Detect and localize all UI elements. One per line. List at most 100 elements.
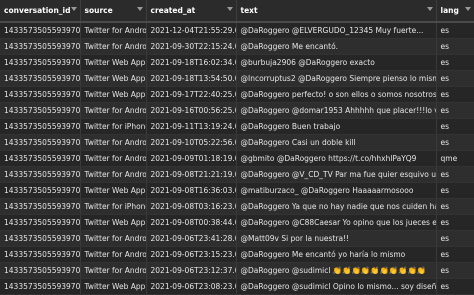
cell-source[interactable]: Twitter Web App	[80, 182, 147, 199]
cell-source[interactable]: Twitter for Android	[80, 102, 147, 119]
cell-conversation-id[interactable]: 1433573505593970703	[0, 278, 81, 295]
cell-conversation-id[interactable]: 1433573505593970703	[0, 166, 81, 183]
cell-source[interactable]: Twitter for Android	[80, 38, 147, 55]
table-row[interactable]: 1433573505593970703Twitter for Android20…	[0, 246, 474, 263]
table-row[interactable]: 1433573505593970703Twitter Web App2021-0…	[0, 214, 474, 231]
cell-conversation-id[interactable]: 1433573505593970703	[0, 182, 81, 199]
cell-created-at[interactable]: 2021-09-08T03:16:23.000Z	[146, 198, 237, 215]
cell-lang[interactable]: es	[436, 102, 474, 119]
cell-source[interactable]: Twitter for Android	[80, 262, 147, 279]
cell-created-at[interactable]: 2021-09-09T01:18:19.000Z	[146, 150, 237, 167]
cell-conversation-id[interactable]: 1433573505593970703	[0, 150, 81, 167]
table-row[interactable]: 1433573505593970703Twitter for Android20…	[0, 102, 474, 119]
cell-text[interactable]: @DaRoggero Buen trabajo	[236, 118, 437, 135]
cell-created-at[interactable]: 2021-09-06T23:15:23.000Z	[146, 246, 237, 263]
cell-conversation-id[interactable]: 1433573505593970703	[0, 134, 81, 151]
table-row[interactable]: 1433573505593970703Twitter for Android20…	[0, 22, 474, 39]
cell-lang[interactable]: es	[436, 246, 474, 263]
col-header-created-at[interactable]: created_at	[146, 0, 237, 23]
table-row[interactable]: 1433573505593970703Twitter Web App2021-0…	[0, 54, 474, 71]
sort-icon[interactable]	[70, 7, 77, 11]
table-row[interactable]: 1433573505593970703Twitter for iPhone202…	[0, 118, 474, 135]
table-row[interactable]: 1433573505593970703Twitter Web App2021-0…	[0, 70, 474, 87]
cell-text[interactable]: @DaRoggero @C88Caesar Yo opino que los j…	[236, 214, 437, 231]
cell-text[interactable]: @DaRoggero @V_CD_TV Par ma fue quier esq…	[236, 166, 437, 183]
cell-conversation-id[interactable]: 1433573505593970703	[0, 118, 81, 135]
cell-text[interactable]: @DaRoggero Ya que no hay nadie que nos c…	[236, 198, 437, 215]
cell-lang[interactable]: es	[436, 54, 474, 71]
cell-source[interactable]: Twitter Web App	[80, 86, 147, 103]
cell-lang[interactable]: es	[436, 214, 474, 231]
cell-source[interactable]: Twitter for Android	[80, 246, 147, 263]
cell-created-at[interactable]: 2021-09-06T23:41:28.000Z	[146, 230, 237, 247]
cell-conversation-id[interactable]: 1433573505593970703	[0, 70, 81, 87]
cell-conversation-id[interactable]: 1433573505593970703	[0, 214, 81, 231]
cell-text[interactable]: @matiburzaco_ @DaRoggero Haaaaarmosooo	[236, 182, 437, 199]
cell-created-at[interactable]: 2021-09-18T16:02:34.000Z	[146, 54, 237, 71]
cell-conversation-id[interactable]: 1433573505593970703	[0, 246, 81, 263]
table-row[interactable]: 1433573505593970703Twitter for Android20…	[0, 150, 474, 167]
cell-source[interactable]: Twitter Web App	[80, 214, 147, 231]
cell-source[interactable]: Twitter Web App	[80, 70, 147, 87]
cell-created-at[interactable]: 2021-09-06T23:12:37.000Z	[146, 262, 237, 279]
cell-created-at[interactable]: 2021-09-11T13:19:24.000Z	[146, 118, 237, 135]
cell-text[interactable]: @DaRoggero @sudimicl 👏👏👏👏👏👏👏👏👏👏	[236, 262, 437, 279]
sort-icon[interactable]	[426, 7, 433, 11]
col-header-source[interactable]: source	[80, 0, 147, 23]
cell-conversation-id[interactable]: 1433573505593970703	[0, 86, 81, 103]
cell-conversation-id[interactable]: 1433573505593970703	[0, 198, 81, 215]
cell-lang[interactable]: es	[436, 262, 474, 279]
cell-conversation-id[interactable]: 1433573505593970703	[0, 230, 81, 247]
cell-lang[interactable]: es	[436, 86, 474, 103]
cell-source[interactable]: Twitter Web App	[80, 278, 147, 295]
table-row[interactable]: 1433573505593970703Twitter for Android20…	[0, 262, 474, 279]
cell-lang[interactable]: qme	[436, 150, 474, 167]
table-row[interactable]: 1433573505593970703Twitter for Android20…	[0, 134, 474, 151]
col-header-text[interactable]: text	[236, 0, 437, 23]
cell-source[interactable]: Twitter for Android	[80, 230, 147, 247]
cell-lang[interactable]: es	[436, 278, 474, 295]
cell-text[interactable]: @Matt09v Si por la nuestra!!	[236, 230, 437, 247]
cell-lang[interactable]: es	[436, 182, 474, 199]
table-row[interactable]: 1433573505593970703Twitter Web App2021-0…	[0, 278, 474, 295]
cell-created-at[interactable]: 2021-09-16T00:56:25.000Z	[146, 102, 237, 119]
col-header-conversation-id[interactable]: conversation_id	[0, 0, 81, 23]
cell-created-at[interactable]: 2021-09-08T21:21:19.000Z	[146, 166, 237, 183]
cell-created-at[interactable]: 2021-09-08T00:38:44.000Z	[146, 214, 237, 231]
cell-conversation-id[interactable]: 1433573505593970703	[0, 262, 81, 279]
cell-lang[interactable]: es	[436, 118, 474, 135]
cell-lang[interactable]: es	[436, 166, 474, 183]
cell-source[interactable]: Twitter for Android	[80, 150, 147, 167]
cell-conversation-id[interactable]: 1433573505593970703	[0, 54, 81, 71]
table-row[interactable]: 1433573505593970703Twitter Web App2021-0…	[0, 182, 474, 199]
cell-lang[interactable]: es	[436, 22, 474, 39]
table-row[interactable]: 1433573505593970703Twitter for Android20…	[0, 166, 474, 183]
sort-icon[interactable]	[226, 7, 233, 11]
cell-lang[interactable]: es	[436, 38, 474, 55]
cell-lang[interactable]: es	[436, 134, 474, 151]
sort-icon[interactable]	[136, 7, 143, 11]
cell-text[interactable]: @DaRoggero Me encantó yo haría lo mismo	[236, 246, 437, 263]
cell-created-at[interactable]: 2021-09-18T13:54:50.000Z	[146, 70, 237, 87]
cell-text[interactable]: @DaRoggero @sudimicl Opino lo mismo... s…	[236, 278, 437, 295]
cell-source[interactable]: Twitter Web App	[80, 54, 147, 71]
cell-text[interactable]: @DaRoggero @domar1953 Ahhhhh que placer!…	[236, 102, 437, 119]
cell-lang[interactable]: es	[436, 198, 474, 215]
cell-text[interactable]: @gbmito @DaRoggero https://t.co/hhxhlPaY…	[236, 150, 437, 167]
cell-text[interactable]: @Incorruptus2 @DaRoggero Siempre pienso …	[236, 70, 437, 87]
table-row[interactable]: 1433573505593970703Twitter Web App2021-0…	[0, 86, 474, 103]
cell-lang[interactable]: es	[436, 70, 474, 87]
table-row[interactable]: 1433573505593970703Twitter for Android20…	[0, 38, 474, 55]
cell-created-at[interactable]: 2021-09-08T16:36:03.000Z	[146, 182, 237, 199]
cell-text[interactable]: @burbuja2906 @DaRoggero exacto	[236, 54, 437, 71]
cell-created-at[interactable]: 2021-09-06T23:08:23.000Z	[146, 278, 237, 295]
cell-text[interactable]: @DaRoggero @ELVERGUDO_12345 Muy fuerte..…	[236, 22, 437, 39]
cell-created-at[interactable]: 2021-09-10T05:22:56.000Z	[146, 134, 237, 151]
cell-source[interactable]: Twitter for Android	[80, 166, 147, 183]
cell-text[interactable]: @DaRoggero Me encantó.	[236, 38, 437, 55]
cell-source[interactable]: Twitter for iPhone	[80, 198, 147, 215]
cell-source[interactable]: Twitter for Android	[80, 22, 147, 39]
cell-created-at[interactable]: 2021-09-17T22:40:25.000Z	[146, 86, 237, 103]
table-row[interactable]: 1433573505593970703Twitter for iPhone202…	[0, 198, 474, 215]
cell-conversation-id[interactable]: 1433573505593970703	[0, 102, 81, 119]
